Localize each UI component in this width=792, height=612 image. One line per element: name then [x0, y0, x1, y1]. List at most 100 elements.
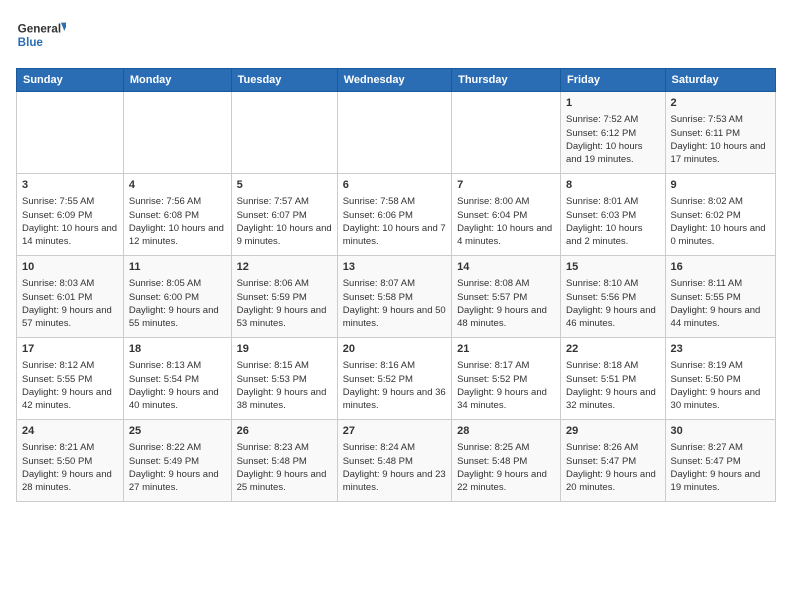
day-info: Daylight: 9 hours and 36 minutes.: [343, 386, 446, 413]
day-info: Sunset: 6:02 PM: [671, 209, 770, 222]
day-number: 12: [237, 260, 332, 275]
calendar-cell: [452, 92, 561, 174]
day-info: Sunrise: 8:12 AM: [22, 359, 118, 372]
day-info: Sunrise: 8:00 AM: [457, 195, 555, 208]
day-info: Sunset: 5:50 PM: [22, 455, 118, 468]
day-info: Daylight: 9 hours and 46 minutes.: [566, 304, 660, 331]
calendar-cell: 15Sunrise: 8:10 AMSunset: 5:56 PMDayligh…: [560, 256, 665, 338]
calendar-cell: [337, 92, 451, 174]
day-info: Sunset: 6:04 PM: [457, 209, 555, 222]
day-info: Sunrise: 7:52 AM: [566, 113, 660, 126]
day-number: 26: [237, 424, 332, 439]
weekday-header-wednesday: Wednesday: [337, 69, 451, 92]
day-info: Sunset: 5:49 PM: [129, 455, 226, 468]
day-info: Sunset: 5:54 PM: [129, 373, 226, 386]
day-info: Sunrise: 7:58 AM: [343, 195, 446, 208]
day-info: Sunset: 6:11 PM: [671, 127, 770, 140]
day-info: Daylight: 9 hours and 53 minutes.: [237, 304, 332, 331]
day-info: Sunset: 5:58 PM: [343, 291, 446, 304]
day-info: Sunset: 6:01 PM: [22, 291, 118, 304]
calendar-cell: 24Sunrise: 8:21 AMSunset: 5:50 PMDayligh…: [17, 420, 124, 502]
day-info: Daylight: 9 hours and 23 minutes.: [343, 468, 446, 495]
day-info: Daylight: 10 hours and 19 minutes.: [566, 140, 660, 167]
calendar-cell: 4Sunrise: 7:56 AMSunset: 6:08 PMDaylight…: [123, 174, 231, 256]
day-number: 21: [457, 342, 555, 357]
day-number: 9: [671, 178, 770, 193]
day-info: Daylight: 9 hours and 44 minutes.: [671, 304, 770, 331]
day-number: 11: [129, 260, 226, 275]
day-info: Sunset: 5:53 PM: [237, 373, 332, 386]
day-number: 16: [671, 260, 770, 275]
day-info: Sunrise: 8:23 AM: [237, 441, 332, 454]
day-info: Daylight: 9 hours and 25 minutes.: [237, 468, 332, 495]
day-info: Sunset: 5:48 PM: [343, 455, 446, 468]
day-info: Daylight: 9 hours and 40 minutes.: [129, 386, 226, 413]
day-info: Sunrise: 8:08 AM: [457, 277, 555, 290]
calendar-cell: 5Sunrise: 7:57 AMSunset: 6:07 PMDaylight…: [231, 174, 337, 256]
day-number: 13: [343, 260, 446, 275]
day-number: 3: [22, 178, 118, 193]
calendar-week-row: 3Sunrise: 7:55 AMSunset: 6:09 PMDaylight…: [17, 174, 776, 256]
weekday-header-monday: Monday: [123, 69, 231, 92]
day-info: Sunset: 5:50 PM: [671, 373, 770, 386]
day-info: Sunrise: 8:24 AM: [343, 441, 446, 454]
day-info: Daylight: 9 hours and 30 minutes.: [671, 386, 770, 413]
day-info: Sunset: 6:00 PM: [129, 291, 226, 304]
calendar-cell: 9Sunrise: 8:02 AMSunset: 6:02 PMDaylight…: [665, 174, 775, 256]
calendar-week-row: 17Sunrise: 8:12 AMSunset: 5:55 PMDayligh…: [17, 338, 776, 420]
calendar-cell: 16 Sunrise: 8:11 AMSunset: 5:55 PMDayligh…: [665, 256, 775, 338]
day-info: Sunrise: 7:53 AM: [671, 113, 770, 126]
calendar-cell: 1Sunrise: 7:52 AMSunset: 6:12 PMDaylight…: [560, 92, 665, 174]
day-number: 30: [671, 424, 770, 439]
logo-svg: General Blue: [16, 16, 66, 56]
calendar-cell: [231, 92, 337, 174]
calendar-cell: 7Sunrise: 8:00 AMSunset: 6:04 PMDaylight…: [452, 174, 561, 256]
day-info: Sunset: 5:47 PM: [566, 455, 660, 468]
day-info: Daylight: 9 hours and 34 minutes.: [457, 386, 555, 413]
logo: General Blue: [16, 16, 66, 56]
day-number: 2: [671, 96, 770, 111]
calendar-cell: 27 Sunrise: 8:24 AMSunset: 5:48 PMDayligh…: [337, 420, 451, 502]
day-number: 25: [129, 424, 226, 439]
day-info: Sunrise: 8:26 AM: [566, 441, 660, 454]
day-info: Sunset: 5:47 PM: [671, 455, 770, 468]
calendar-cell: 19Sunrise: 8:15 AMSunset: 5:53 PMDayligh…: [231, 338, 337, 420]
day-info: Daylight: 9 hours and 48 minutes.: [457, 304, 555, 331]
weekday-header-saturday: Saturday: [665, 69, 775, 92]
day-info: Daylight: 9 hours and 57 minutes.: [22, 304, 118, 331]
day-info: Daylight: 10 hours and 7 minutes.: [343, 222, 446, 249]
day-info: Daylight: 9 hours and 50 minutes.: [343, 304, 446, 331]
day-info: Sunrise: 8:05 AM: [129, 277, 226, 290]
day-number: 22: [566, 342, 660, 357]
day-info: Sunrise: 8:03 AM: [22, 277, 118, 290]
day-number: 27: [343, 424, 446, 439]
day-info: Daylight: 10 hours and 17 minutes.: [671, 140, 770, 167]
calendar-cell: 20Sunrise: 8:16 AMSunset: 5:52 PMDayligh…: [337, 338, 451, 420]
day-info: Daylight: 9 hours and 22 minutes.: [457, 468, 555, 495]
svg-text:Blue: Blue: [18, 36, 44, 49]
day-info: Sunset: 6:03 PM: [566, 209, 660, 222]
day-number: 24: [22, 424, 118, 439]
day-info: Sunset: 5:59 PM: [237, 291, 332, 304]
weekday-header-friday: Friday: [560, 69, 665, 92]
calendar-cell: 22Sunrise: 8:18 AMSunset: 5:51 PMDayligh…: [560, 338, 665, 420]
day-info: Sunrise: 8:27 AM: [671, 441, 770, 454]
day-number: 7: [457, 178, 555, 193]
calendar-cell: 14Sunrise: 8:08 AMSunset: 5:57 PMDayligh…: [452, 256, 561, 338]
day-info: Daylight: 9 hours and 38 minutes.: [237, 386, 332, 413]
day-info: Sunset: 5:55 PM: [22, 373, 118, 386]
day-number: 20: [343, 342, 446, 357]
day-info: Sunrise: 7:56 AM: [129, 195, 226, 208]
day-info: Sunset: 6:12 PM: [566, 127, 660, 140]
day-info: Sunrise: 8:25 AM: [457, 441, 555, 454]
calendar-week-row: 1Sunrise: 7:52 AMSunset: 6:12 PMDaylight…: [17, 92, 776, 174]
day-info: Sunset: 5:55 PM: [671, 291, 770, 304]
day-number: 5: [237, 178, 332, 193]
day-info: Sunrise: 8:18 AM: [566, 359, 660, 372]
day-info: Daylight: 10 hours and 12 minutes.: [129, 222, 226, 249]
day-number: 23: [671, 342, 770, 357]
day-info: Sunset: 5:56 PM: [566, 291, 660, 304]
page-header: General Blue: [16, 16, 776, 56]
day-info: Sunrise: 8:11 AM: [671, 277, 770, 290]
day-info: Sunrise: 7:55 AM: [22, 195, 118, 208]
